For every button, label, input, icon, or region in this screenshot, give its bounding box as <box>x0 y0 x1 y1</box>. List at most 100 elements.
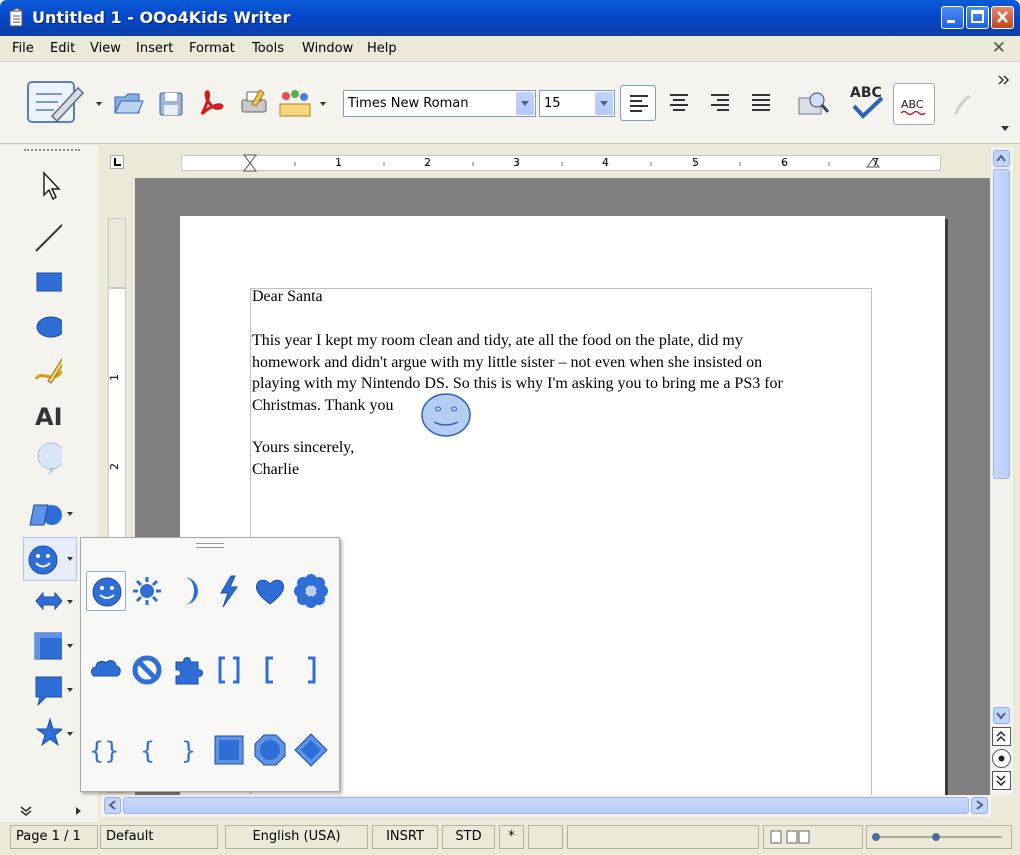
horizontal-scrollbar[interactable] <box>101 795 991 817</box>
save-icon[interactable] <box>157 90 185 118</box>
shape-moon[interactable] <box>168 571 208 611</box>
shape-right-brace[interactable]: } <box>168 730 208 770</box>
shape-square-bevel[interactable] <box>209 730 249 770</box>
document-line[interactable]: This year I kept my room clean and tidy,… <box>252 332 743 350</box>
line-tool-icon[interactable] <box>22 217 62 257</box>
flowcharts-icon[interactable] <box>22 625 62 665</box>
scroll-right-button[interactable] <box>971 797 988 814</box>
shape-double-bracket[interactable] <box>209 650 249 690</box>
page-style[interactable]: Default <box>100 825 218 849</box>
scroll-thumb[interactable] <box>993 169 1010 479</box>
chevron-down-icon[interactable] <box>1000 124 1010 134</box>
find-replace-icon[interactable] <box>797 88 831 120</box>
insert-mode[interactable]: INSRT <box>372 825 438 849</box>
stars-icon[interactable] <box>22 713 62 753</box>
document-line[interactable]: Yours sincerely, <box>252 439 354 457</box>
shape-cloud[interactable] <box>86 650 126 690</box>
scroll-up-button[interactable] <box>993 150 1010 167</box>
document-line[interactable]: playing with my Nintendo DS. So this is … <box>252 375 783 393</box>
align-center-button[interactable] <box>661 85 697 121</box>
freeform-line-icon[interactable] <box>22 351 62 391</box>
fontwork-text-icon[interactable]: AI <box>22 395 62 435</box>
close-document-icon[interactable]: ✕ <box>992 38 1006 58</box>
shape-heart[interactable] <box>250 571 290 611</box>
view-layout[interactable] <box>763 825 863 849</box>
align-right-button[interactable] <box>702 85 738 121</box>
chevron-down-icon[interactable] <box>67 512 73 516</box>
navigator-button[interactable] <box>992 749 1011 768</box>
language-indicator[interactable]: English (USA) <box>225 825 368 849</box>
menu-view[interactable]: View <box>90 41 121 56</box>
justify-button[interactable] <box>743 85 779 121</box>
page-indicator[interactable]: Page 1 / 1 <box>10 825 98 849</box>
shape-puzzle[interactable] <box>168 650 208 690</box>
selection-mode[interactable]: STD <box>442 825 495 849</box>
next-page-button[interactable] <box>992 771 1011 790</box>
chevron-down-icon[interactable] <box>67 644 73 648</box>
document-line[interactable]: Christmas. Thank you <box>252 397 393 415</box>
menu-insert[interactable]: Insert <box>136 41 173 56</box>
scroll-left-button[interactable] <box>104 797 121 814</box>
shape-right-bracket[interactable] <box>291 650 331 690</box>
horizontal-ruler[interactable]: 1 2 3 4 5 6 7 <box>101 147 991 178</box>
shape-left-brace[interactable]: { <box>127 730 167 770</box>
new-document-icon[interactable] <box>22 78 86 128</box>
expand-toolbar-icon[interactable] <box>20 806 32 816</box>
chevron-down-icon[interactable] <box>67 557 73 561</box>
block-arrows-icon[interactable] <box>22 581 62 621</box>
chevron-down-icon[interactable] <box>67 600 73 604</box>
format-paintbrush-icon[interactable] <box>950 92 976 118</box>
print-icon[interactable] <box>238 88 270 118</box>
smiley-face-shape[interactable] <box>420 392 472 438</box>
shape-double-brace[interactable]: {} <box>86 730 126 770</box>
rectangle-tool-icon[interactable] <box>22 262 62 302</box>
spellcheck-icon[interactable]: ABC <box>848 82 888 122</box>
menu-file[interactable]: File <box>12 41 34 56</box>
menu-help[interactable]: Help <box>367 41 397 56</box>
popup-grip[interactable] <box>196 543 224 548</box>
menu-window[interactable]: Window <box>302 41 353 56</box>
auto-spellcheck-button[interactable]: ABC <box>893 83 935 125</box>
chevron-down-icon[interactable] <box>595 92 613 115</box>
shape-diamond-bevel[interactable] <box>291 730 331 770</box>
font-name-combo[interactable]: Times New Roman <box>343 90 536 117</box>
maximize-button[interactable] <box>966 6 989 29</box>
gallery-icon[interactable] <box>278 86 312 118</box>
zoom-slider[interactable] <box>866 825 1012 849</box>
shape-left-bracket[interactable] <box>250 650 290 690</box>
chevron-down-icon[interactable] <box>67 688 73 692</box>
font-size-combo[interactable]: 15 <box>539 90 615 117</box>
align-left-button[interactable] <box>620 85 656 121</box>
ellipse-tool-icon[interactable] <box>22 307 62 347</box>
menu-format[interactable]: Format <box>189 41 235 56</box>
menu-edit[interactable]: Edit <box>50 41 75 56</box>
shape-octagon-bevel[interactable] <box>250 730 290 770</box>
shape-smiley[interactable] <box>86 571 126 611</box>
document-line[interactable]: Charlie <box>252 461 299 479</box>
scroll-thumb[interactable] <box>123 797 969 814</box>
callouts-icon[interactable] <box>22 669 62 709</box>
shape-sun[interactable] <box>127 571 167 611</box>
previous-page-button[interactable] <box>992 727 1011 746</box>
shape-lightning[interactable] <box>209 571 249 611</box>
document-line[interactable]: Dear Santa <box>252 288 323 306</box>
shape-flower[interactable] <box>291 571 331 611</box>
basic-shapes-icon[interactable] <box>22 493 62 533</box>
close-window-button[interactable] <box>991 6 1014 29</box>
callout-balloon-icon[interactable] <box>22 438 62 478</box>
toolbar-grip[interactable] <box>24 149 80 152</box>
document-line[interactable]: homework and didn't argue with my little… <box>252 354 762 372</box>
select-arrow-icon[interactable] <box>22 165 62 205</box>
digital-signature[interactable] <box>528 825 563 849</box>
open-folder-icon[interactable] <box>113 89 145 117</box>
chevron-down-icon[interactable] <box>516 92 534 115</box>
toolbar-overflow-icon[interactable] <box>998 74 1012 86</box>
menu-tools[interactable]: Tools <box>252 41 284 56</box>
scroll-down-button[interactable] <box>993 707 1010 724</box>
shape-prohibited[interactable] <box>127 650 167 690</box>
chevron-right-icon[interactable] <box>74 807 82 815</box>
chevron-down-icon[interactable] <box>320 102 326 106</box>
vertical-scrollbar[interactable] <box>991 147 1013 795</box>
chevron-down-icon[interactable] <box>96 102 102 106</box>
minimize-button[interactable] <box>941 6 964 29</box>
